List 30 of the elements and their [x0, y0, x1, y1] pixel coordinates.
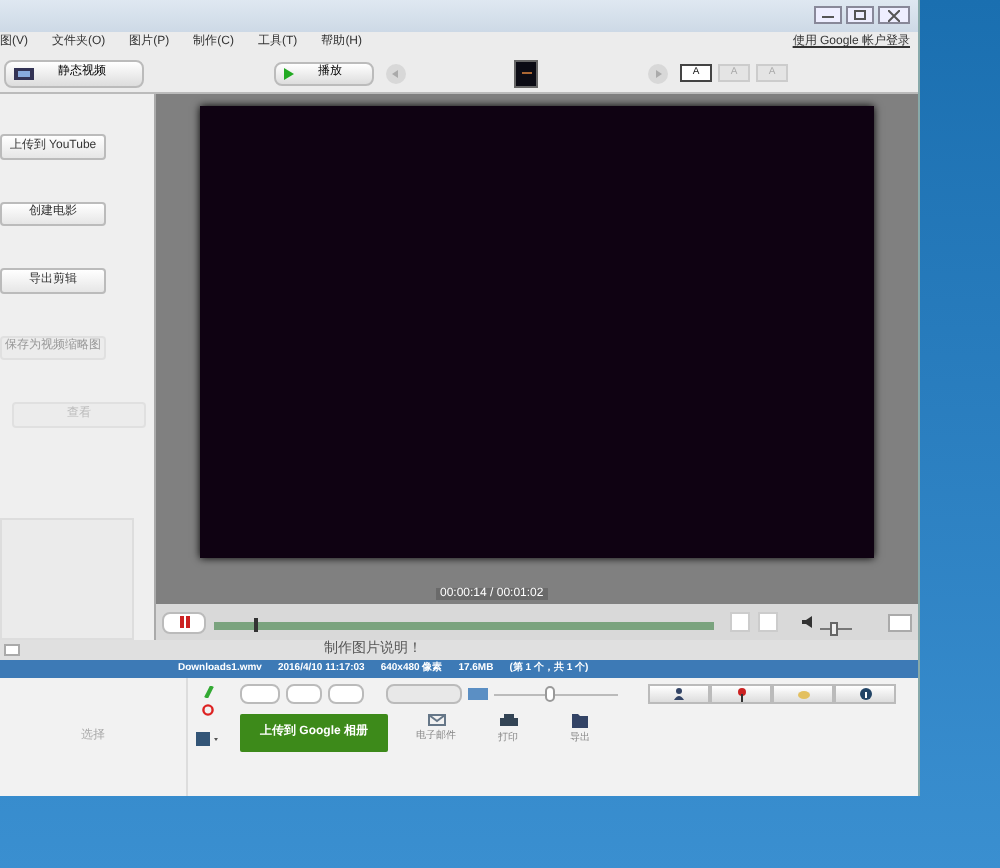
speaker-icon — [802, 616, 812, 628]
zoom-handle[interactable] — [544, 685, 555, 701]
tag-icon — [797, 689, 809, 699]
places-button[interactable] — [710, 684, 772, 704]
previous-icon[interactable] — [386, 63, 406, 83]
folder-icon — [572, 714, 588, 728]
maximize-icon — [854, 10, 866, 20]
volume-handle[interactable] — [830, 621, 839, 635]
next-icon[interactable] — [648, 63, 668, 83]
printer-icon — [499, 714, 517, 728]
envelope-icon — [427, 714, 445, 726]
seek-handle[interactable] — [254, 617, 258, 631]
map-pin-icon — [737, 687, 745, 701]
person-icon — [674, 688, 684, 700]
info-icon — [859, 688, 871, 700]
people-button[interactable] — [648, 684, 710, 704]
info-button[interactable] — [834, 684, 896, 704]
pause-button[interactable] — [162, 611, 206, 633]
filmstrip-icon — [14, 67, 34, 79]
minimize-button[interactable] — [814, 6, 842, 24]
view-mode-button[interactable] — [386, 684, 462, 704]
close-button[interactable] — [878, 6, 910, 24]
caption-toggle-icon[interactable] — [4, 644, 20, 656]
close-icon — [888, 9, 900, 21]
play-icon — [284, 67, 294, 79]
maximize-button[interactable] — [846, 6, 874, 24]
photo-icon — [468, 688, 488, 700]
pause-icon — [179, 616, 189, 628]
minimize-icon — [822, 13, 834, 17]
fullscreen-button[interactable] — [888, 613, 912, 631]
